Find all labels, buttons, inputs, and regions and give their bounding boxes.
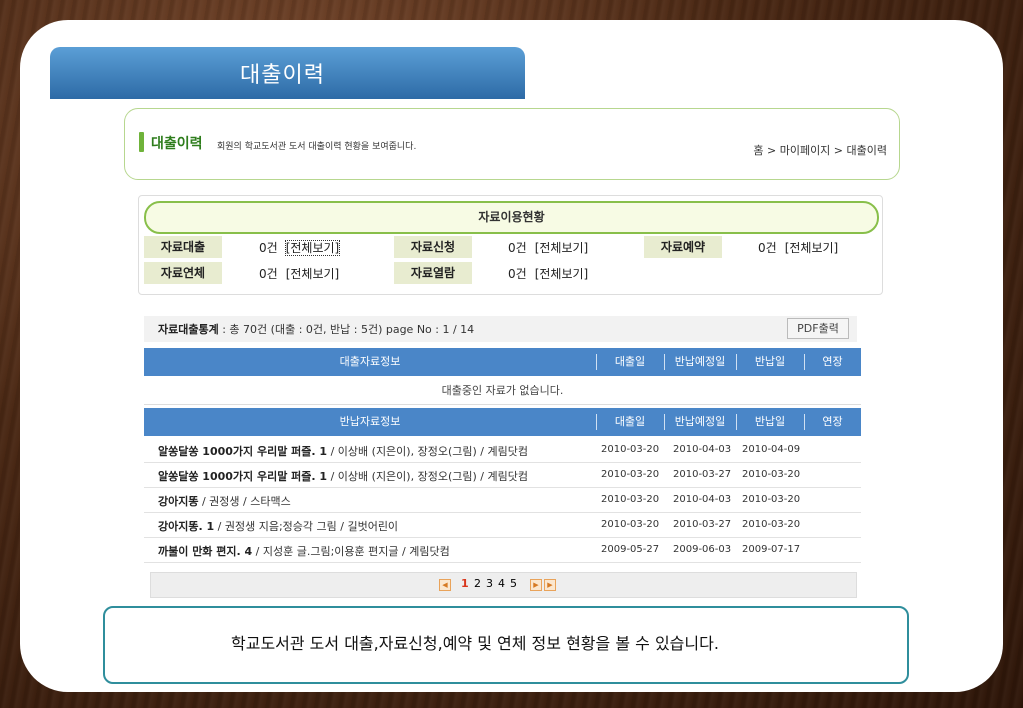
page-link[interactable]: 4 — [498, 577, 505, 590]
loan-date: 2010-03-20 — [601, 469, 660, 480]
loan-statistics: 자료대출통계 : 총 70건 (대출 : 0건, 반납 : 5건) page N… — [144, 316, 857, 342]
page-link[interactable]: 5 — [510, 577, 517, 590]
book-meta: / 이상배 (지은이), 장정오(그림) / 계림닷컴 — [327, 470, 528, 483]
usage-status-title: 자료이용현황 — [144, 201, 879, 234]
header-cell: 반납예정일 — [674, 415, 726, 428]
status-label-loan: 자료대출 — [144, 236, 222, 258]
book-meta: / 이상배 (지은이), 장정오(그림) / 계림닷컴 — [327, 445, 528, 458]
statistics-summary: : 총 70건 (대출 : 0건, 반납 : 5건) page No : 1 /… — [218, 323, 475, 336]
section-header: 대출이력 회원의 학교도서관 도서 대출이력 현황을 보여줍니다. 홈 > 마이… — [124, 108, 900, 180]
due-date: 2010-03-27 — [673, 519, 732, 530]
page-link-current[interactable]: 1 — [461, 577, 469, 590]
status-value-overdue: 0건 [전체보기] — [259, 265, 339, 282]
header-cell: 반납자료정보 — [339, 415, 401, 428]
next-page-icon[interactable]: ▶ — [530, 579, 542, 591]
empty-loan-message: 대출중인 자료가 없습니다. — [144, 378, 861, 405]
status-label-reserve: 자료예약 — [644, 236, 722, 258]
section-description: 회원의 학교도서관 도서 대출이력 현황을 보여줍니다. — [217, 142, 417, 152]
page-link[interactable]: 3 — [486, 577, 493, 590]
due-date: 2009-06-03 — [673, 544, 732, 555]
view-all-reading-link[interactable]: [전체보기] — [535, 267, 589, 281]
table-row: 까불이 만화 편지. 4 / 지성훈 글.그림;이용훈 편지글 / 계림닷컴 2… — [144, 538, 861, 563]
view-all-request-link[interactable]: [전체보기] — [535, 241, 589, 255]
view-all-reserve-link[interactable]: [전체보기] — [785, 241, 839, 255]
return-date: 2010-04-09 — [742, 444, 801, 455]
status-label-overdue: 자료연체 — [144, 262, 222, 284]
due-date: 2010-04-03 — [673, 494, 732, 505]
caption-text: 학교도서관 도서 대출,자료신청,예약 및 연체 정보 현황을 볼 수 있습니다… — [231, 634, 719, 653]
slide-card: 대출이력 대출이력 회원의 학교도서관 도서 대출이력 현황을 보여줍니다. 홈… — [20, 20, 1003, 692]
book-info[interactable]: 알쏭달쏭 1000가지 우리말 퍼즐. 1 / 이상배 (지은이), 장정오(그… — [158, 468, 528, 484]
return-table-header: 반납자료정보 대출일 반납예정일 반납일 연장 — [144, 408, 861, 436]
header-cell: 반납예정일 — [674, 355, 726, 368]
due-date: 2010-04-03 — [673, 444, 732, 455]
table-row: 알쏭달쏭 1000가지 우리말 퍼즐. 1 / 이상배 (지은이), 장정오(그… — [144, 438, 861, 463]
return-date: 2009-07-17 — [742, 544, 801, 555]
header-cell: 반납일 — [754, 355, 786, 368]
loan-date: 2010-03-20 — [601, 519, 660, 530]
loan-date: 2010-03-20 — [601, 444, 660, 455]
table-row: 강아지똥. 1 / 권정생 지음;정승각 그림 / 길벗어린이 2010-03-… — [144, 513, 861, 538]
pagination: ◀ 1 2 3 4 5 ▶ ▶ — [150, 572, 857, 598]
status-value-request: 0건 [전체보기] — [508, 239, 588, 256]
header-cell: 대출일 — [614, 415, 646, 428]
loan-date: 2009-05-27 — [601, 544, 660, 555]
book-title: 강아지똥 — [158, 495, 199, 508]
due-date: 2010-03-27 — [673, 469, 732, 480]
title-marker-icon — [139, 132, 144, 152]
book-info[interactable]: 까불이 만화 편지. 4 / 지성훈 글.그림;이용훈 편지글 / 계림닷컴 — [158, 543, 450, 559]
prev-page-icon[interactable]: ◀ — [439, 579, 451, 591]
status-count: 0건 — [259, 241, 278, 255]
status-count: 0건 — [508, 267, 527, 281]
title-tab: 대출이력 — [50, 47, 525, 99]
book-title: 까불이 만화 편지. 4 — [158, 545, 253, 558]
book-title: 알쏭달쏭 1000가지 우리말 퍼즐. 1 — [158, 470, 328, 483]
status-label-reading: 자료열람 — [394, 262, 472, 284]
return-date: 2010-03-20 — [742, 519, 801, 530]
page-title: 대출이력 — [240, 63, 325, 88]
section-title: 대출이력 — [151, 136, 203, 152]
header-cell: 연장 — [822, 415, 843, 428]
status-count: 0건 — [508, 241, 527, 255]
header-cell: 반납일 — [754, 415, 786, 428]
caption-box: 학교도서관 도서 대출,자료신청,예약 및 연체 정보 현황을 볼 수 있습니다… — [103, 606, 909, 684]
statistics-text: 자료대출통계 : 총 70건 (대출 : 0건, 반납 : 5건) page N… — [158, 321, 474, 337]
status-row: 자료대출 0건 [전체보기] 자료신청 0건 [전체보기] 자료예약 0건 [전체보기… — [144, 236, 877, 260]
last-page-icon[interactable]: ▶ — [544, 579, 556, 591]
loan-table-header: 대출자료정보 대출일 반납예정일 반납일 연장 — [144, 348, 861, 376]
status-row: 자료연체 0건 [전체보기] 자료열람 0건 [전체보기] — [144, 262, 877, 286]
status-count: 0건 — [259, 267, 278, 281]
header-cell: 대출자료정보 — [339, 355, 401, 368]
book-meta: / 지성훈 글.그림;이용훈 편지글 / 계림닷컴 — [252, 545, 450, 558]
status-value-loan: 0건 [전체보기] — [259, 239, 341, 256]
loan-date: 2010-03-20 — [601, 494, 660, 505]
book-info[interactable]: 알쏭달쏭 1000가지 우리말 퍼즐. 1 / 이상배 (지은이), 장정오(그… — [158, 443, 528, 459]
status-label-request: 자료신청 — [394, 236, 472, 258]
breadcrumb[interactable]: 홈 > 마이페이지 > 대출이력 — [753, 142, 887, 158]
book-meta: / 권정생 / 스타맥스 — [198, 495, 291, 508]
book-info[interactable]: 강아지똥 / 권정생 / 스타맥스 — [158, 493, 291, 509]
return-date: 2010-03-20 — [742, 494, 801, 505]
book-title: 강아지똥. 1 — [158, 520, 215, 533]
status-count: 0건 — [758, 241, 777, 255]
usage-status-panel: 자료이용현황 자료대출 0건 [전체보기] 자료신청 0건 [전체보기] 자료예약 … — [138, 195, 883, 295]
table-row: 알쏭달쏭 1000가지 우리말 퍼즐. 1 / 이상배 (지은이), 장정오(그… — [144, 463, 861, 488]
status-value-reserve: 0건 [전체보기] — [758, 239, 838, 256]
return-date: 2010-03-20 — [742, 469, 801, 480]
status-value-reading: 0건 [전체보기] — [508, 265, 588, 282]
statistics-label: 자료대출통계 — [158, 323, 219, 336]
view-all-loan-link[interactable]: [전체보기] — [284, 240, 341, 256]
header-cell: 대출일 — [614, 355, 646, 368]
table-row: 강아지똥 / 권정생 / 스타맥스 2010-03-20 2010-04-03 … — [144, 488, 861, 513]
book-title: 알쏭달쏭 1000가지 우리말 퍼즐. 1 — [158, 445, 328, 458]
pdf-export-button[interactable]: PDF출력 — [787, 318, 849, 339]
page-link[interactable]: 2 — [474, 577, 481, 590]
header-cell: 연장 — [822, 355, 843, 368]
book-info[interactable]: 강아지똥. 1 / 권정생 지음;정승각 그림 / 길벗어린이 — [158, 518, 398, 534]
view-all-overdue-link[interactable]: [전체보기] — [286, 267, 340, 281]
book-meta: / 권정생 지음;정승각 그림 / 길벗어린이 — [214, 520, 399, 533]
